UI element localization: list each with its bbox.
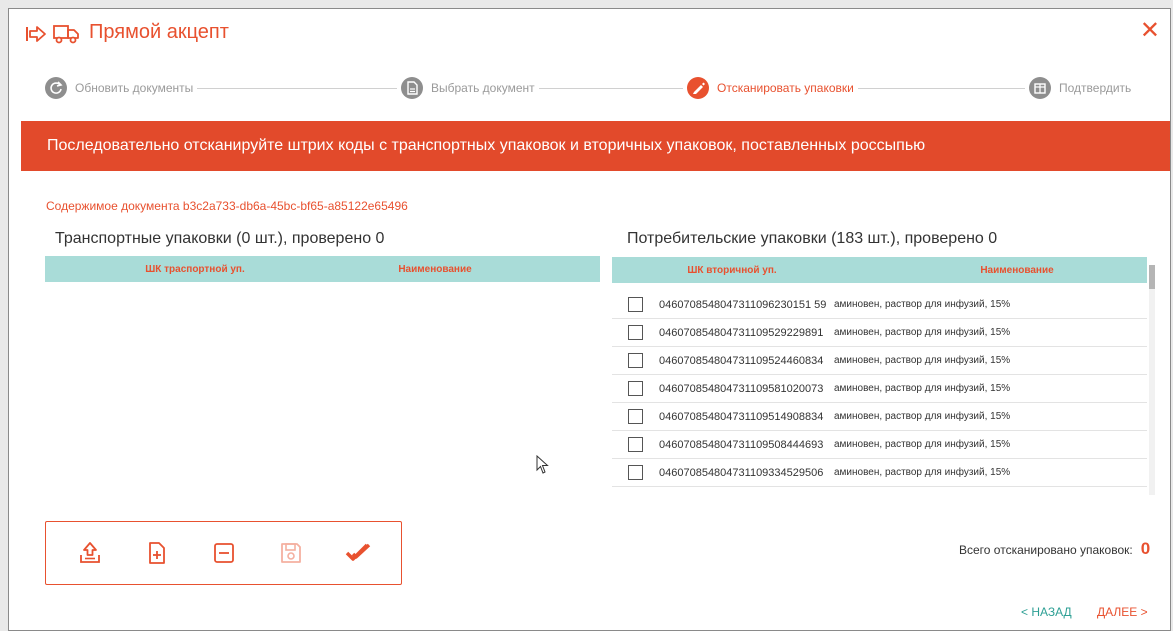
remove-button[interactable] bbox=[210, 539, 238, 567]
row-checkbox[interactable] bbox=[628, 325, 643, 340]
row-barcode: 046070854804731109529229891 bbox=[659, 326, 824, 339]
step-scan-packages[interactable]: Отсканировать упаковки bbox=[683, 77, 858, 99]
confirm-all-button[interactable] bbox=[344, 539, 372, 567]
row-checkbox[interactable] bbox=[628, 381, 643, 396]
upload-icon bbox=[79, 542, 100, 563]
consumer-table-header: ШК вторичной уп. Наименование bbox=[612, 257, 1147, 283]
row-checkbox[interactable] bbox=[628, 353, 643, 368]
column-header-barcode[interactable]: ШК вторичной уп. bbox=[612, 265, 812, 276]
save-icon bbox=[280, 543, 301, 563]
step-select-document[interactable]: Выбрать документ bbox=[397, 77, 539, 99]
column-header-name[interactable]: Наименование bbox=[812, 265, 1132, 276]
step-confirm[interactable]: Подтвердить bbox=[1025, 77, 1136, 99]
add-document-button[interactable] bbox=[143, 539, 171, 567]
arrow-in-icon bbox=[26, 26, 46, 42]
table-row[interactable]: 046070854804731109514908834 аминовен, рас… bbox=[612, 403, 1147, 431]
column-header-barcode[interactable]: ШК траспортной уп. bbox=[45, 264, 345, 275]
instruction-banner: Последовательно отсканируйте штрих коды … bbox=[21, 121, 1170, 171]
table-row[interactable]: 046070854804731109524460834 аминовен, рас… bbox=[612, 347, 1147, 375]
step-label: Обновить документы bbox=[75, 81, 194, 95]
accept-dialog: Прямой акцепт ✕ Обновить документы Выбра… bbox=[8, 8, 1171, 631]
action-toolbar bbox=[45, 521, 402, 585]
table-row[interactable]: 046070854804731109334529506 аминовен, рас… bbox=[612, 459, 1147, 487]
row-barcode: 046070854804731109334529506 bbox=[659, 466, 824, 479]
total-scanned-label: Всего отсканировано упаковок: bbox=[959, 543, 1133, 557]
row-name: аминовен, раствор для инфузий, 15% bbox=[834, 299, 1011, 310]
step-refresh[interactable]: Обновить документы bbox=[41, 77, 198, 99]
table-row[interactable]: 046070854804731109508444693 аминовен, рас… bbox=[612, 431, 1147, 459]
transport-table-header: ШК траспортной уп. Наименование bbox=[45, 256, 600, 282]
row-name: аминовен, раствор для инфузий, 15% bbox=[834, 467, 1011, 478]
dialog-header: Прямой акцепт ✕ bbox=[9, 9, 1170, 61]
document-icon bbox=[401, 77, 423, 99]
total-scanned: Всего отсканировано упаковок: 0 bbox=[959, 539, 1150, 559]
row-checkbox[interactable] bbox=[628, 465, 643, 480]
total-scanned-count: 0 bbox=[1140, 539, 1151, 558]
row-name: аминовен, раствор для инфузий, 15% bbox=[834, 355, 1011, 366]
save-button[interactable] bbox=[277, 539, 305, 567]
row-checkbox[interactable] bbox=[628, 409, 643, 424]
pen-icon bbox=[687, 77, 709, 99]
row-barcode: 046070854804731109581020073 bbox=[659, 382, 824, 395]
row-checkbox[interactable] bbox=[628, 297, 643, 312]
row-name: аминовен, раствор для инфузий, 15% bbox=[834, 327, 1011, 338]
remove-icon bbox=[213, 543, 234, 563]
row-name: аминовен, раствор для инфузий, 15% bbox=[834, 439, 1011, 450]
row-barcode: 046070854804731109508444693 bbox=[659, 438, 824, 451]
close-icon[interactable]: ✕ bbox=[1140, 19, 1160, 43]
table-row[interactable]: 046070854804731109581020073 аминовен, рас… bbox=[612, 375, 1147, 403]
document-contents-label: Содержимое документа b3c2a733-db6a-45bc-… bbox=[46, 199, 408, 213]
step-label: Подтвердить bbox=[1059, 81, 1132, 95]
truck-icon bbox=[53, 25, 79, 44]
add-document-icon bbox=[148, 542, 165, 564]
column-header-name[interactable]: Наименование bbox=[345, 264, 525, 275]
table-row[interactable]: 0460708548047311096230151 59 аминовен, ра… bbox=[612, 291, 1147, 319]
consumer-table-body: 0460708548047311096230151 59 аминовен, ра… bbox=[612, 291, 1147, 487]
row-name: аминовен, раствор для инфузий, 15% bbox=[834, 411, 1011, 422]
row-checkbox[interactable] bbox=[628, 437, 643, 452]
row-barcode: 046070854804731109514908834 bbox=[659, 410, 824, 423]
refresh-icon bbox=[45, 77, 67, 99]
next-button[interactable]: ДАЛЕЕ > bbox=[1097, 605, 1148, 619]
row-name: аминовен, раствор для инфузий, 15% bbox=[834, 383, 1011, 394]
stepper: Обновить документы Выбрать документ Отск… bbox=[9, 75, 1170, 103]
row-barcode: 0460708548047311096230151 59 bbox=[659, 298, 827, 311]
back-button[interactable]: < НАЗАД bbox=[1021, 605, 1072, 619]
mouse-cursor-icon bbox=[536, 455, 549, 474]
table-row[interactable]: 046070854804731109529229891 аминовен, рас… bbox=[612, 319, 1147, 347]
step-label: Отсканировать упаковки bbox=[717, 81, 854, 95]
consumer-title: Потребительские упаковки (183 шт.), пров… bbox=[627, 230, 998, 247]
dialog-title: Прямой акцепт bbox=[89, 21, 229, 43]
scrollbar-thumb[interactable] bbox=[1149, 265, 1155, 289]
transport-title: Транспортные упаковки (0 шт.), проверено… bbox=[55, 230, 385, 247]
box-icon bbox=[1029, 77, 1051, 99]
consumer-table-scrollbar[interactable] bbox=[1149, 265, 1155, 495]
upload-button[interactable] bbox=[76, 539, 104, 567]
stepper-line bbox=[69, 88, 1119, 89]
step-label: Выбрать документ bbox=[431, 81, 535, 95]
banner-text: Последовательно отсканируйте штрих коды … bbox=[47, 137, 926, 154]
double-check-icon bbox=[345, 543, 370, 561]
row-barcode: 046070854804731109524460834 bbox=[659, 354, 824, 367]
